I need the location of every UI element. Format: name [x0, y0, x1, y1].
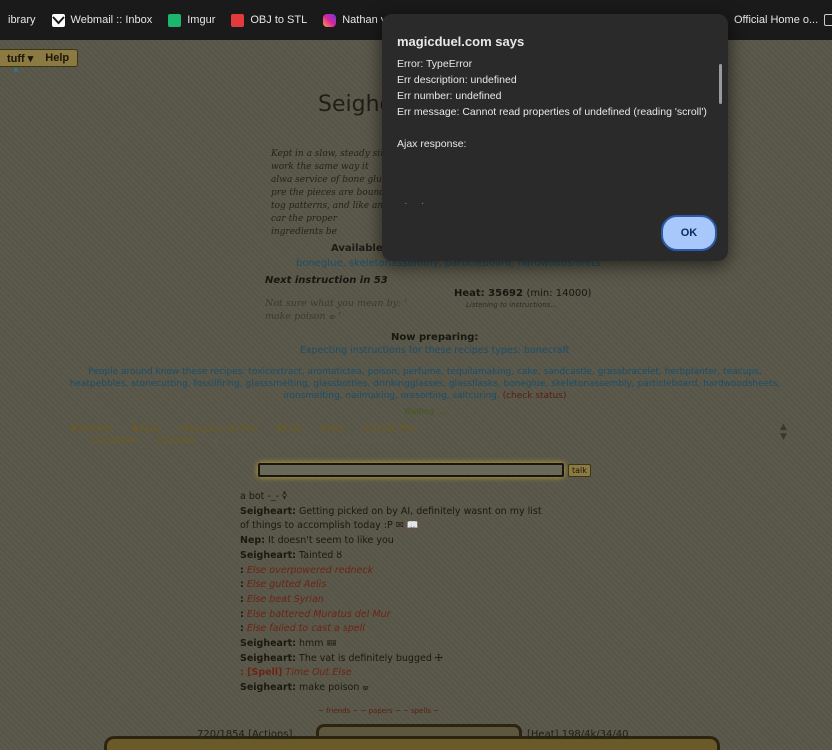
dialog-message: Error: TypeError Err description: undefi… — [397, 58, 707, 204]
chat-line: of things to accomplish today :P ✉ 📖 — [240, 520, 419, 532]
chat-line: Seigheart: The vat is definitely bugged … — [240, 652, 443, 664]
chat-line: a bot -_- 🜥 — [240, 491, 288, 502]
chat-line: Seigheart: Getting picked on by AI, defi… — [240, 505, 542, 517]
waiting-status: Waiting .... — [404, 407, 447, 416]
players-row: ♙Seisheart ♙Eoader ♟Syrian ♙Guest Play ♙… — [70, 435, 770, 447]
chat-line: : Else failed to cast a spell — [240, 623, 365, 635]
player-name[interactable]: ♙Seisheart — [88, 436, 139, 446]
chat-line: : Else beat Syrian — [240, 593, 324, 605]
chat-line: Nep: It doesn't seem to like you — [240, 535, 394, 547]
alert-dialog: magicduel.com says Error: TypeError Err … — [382, 14, 728, 261]
chat-line: Seigheart: Tainted 🜘 — [240, 549, 342, 561]
pdf-icon — [231, 13, 245, 27]
talk-button[interactable]: talk — [568, 464, 591, 477]
expecting-recipes: Expecting instructions for these recipes… — [300, 345, 570, 356]
bookmark-obj-to-stl[interactable]: OBJ to STL — [223, 0, 315, 40]
check-mail-icon — [51, 13, 65, 27]
listening-status: Listening to instructions... — [466, 301, 557, 309]
player-name[interactable]: ♟Syrian — [212, 436, 249, 446]
ok-button[interactable]: OK — [661, 215, 717, 251]
known-recipes: People around know these recipes: toxice… — [69, 367, 781, 401]
player-name[interactable]: ♛Else — [275, 424, 301, 434]
player-name[interactable]: ☠Muratus del Mur — [177, 424, 258, 434]
stuff-menu[interactable]: tuff ▾ — [7, 52, 33, 65]
help-menu[interactable]: Help — [45, 52, 69, 64]
chat-line: Seigheart: hmm 🝚 — [240, 638, 337, 650]
bookmark-library[interactable]: ibrary — [0, 0, 44, 40]
chat-input[interactable] — [258, 463, 564, 477]
player-name[interactable]: ♙Eoader — [155, 436, 195, 446]
players-list: ♣redneck ♟Aelis ☠Muratus del Mur ♛Else ♆… — [70, 423, 770, 447]
players-row: ♣redneck ♟Aelis ☠Muratus del Mur ♛Else ♆… — [70, 423, 770, 435]
bookmark-official-home[interactable]: Official Home o... — [726, 0, 832, 40]
dialog-title: magicduel.com says — [397, 34, 525, 49]
imgur-icon — [168, 13, 182, 27]
next-instruction: Next instruction in 53 — [265, 275, 388, 286]
location-description: Kept in a slow, steady sim work the same… — [271, 149, 391, 237]
chat-line: : Else battered Muratus del Mur — [240, 608, 391, 620]
bookmark-imgur[interactable]: Imgur — [160, 0, 223, 40]
player-name[interactable]: ♣redneck — [70, 424, 114, 434]
actions-counter: 720/1854 [Actions] — [197, 729, 293, 740]
check-status-link[interactable]: (check status) — [503, 391, 567, 401]
player-name[interactable]: ♙Guest Play — [362, 424, 418, 434]
bookmark-webmail[interactable]: Webmail :: Inbox — [44, 0, 161, 40]
not-sure-message: Not sure what you mean by: ' make poison… — [265, 298, 407, 322]
player-name[interactable]: ♆Nep — [319, 424, 345, 434]
player-name[interactable]: ♙Guest Play — [265, 436, 321, 446]
chat-line: : Else gutted Aelis — [240, 579, 327, 591]
chat-line: : [Spell] Time Out Else — [240, 667, 352, 679]
now-preparing-label: Now preparing: — [391, 332, 479, 343]
chat-log: a bot -_- 🜥 Seigheart: Getting picked on… — [240, 490, 560, 696]
friends-papers-spells-links[interactable]: ~ friends ~ ~ papers ~ ~ spells ~ — [318, 707, 439, 715]
dialog-scrollbar[interactable] — [718, 56, 723, 204]
bookmark-folder-icon — [824, 14, 832, 26]
chat-line: Seigheart: make poison 🝦 — [240, 682, 369, 694]
player-name[interactable]: ♙Blackshadi — [338, 436, 395, 446]
chat-line: : Else overpowered redneck — [240, 564, 374, 576]
instagram-icon — [323, 13, 337, 27]
heat-readout: Heat: 35692 (min: 14000) — [454, 288, 592, 299]
players-scroll[interactable]: ▲ ▼ — [780, 422, 787, 442]
dialog-scroll-thumb[interactable] — [719, 64, 722, 104]
heat-stats: [Heat] 198/4k/34/40 — [527, 729, 629, 740]
player-name[interactable]: ♟Aelis — [131, 424, 160, 434]
top-menu: tuff ▾ Help — [0, 49, 79, 67]
status-dot — [14, 68, 18, 72]
